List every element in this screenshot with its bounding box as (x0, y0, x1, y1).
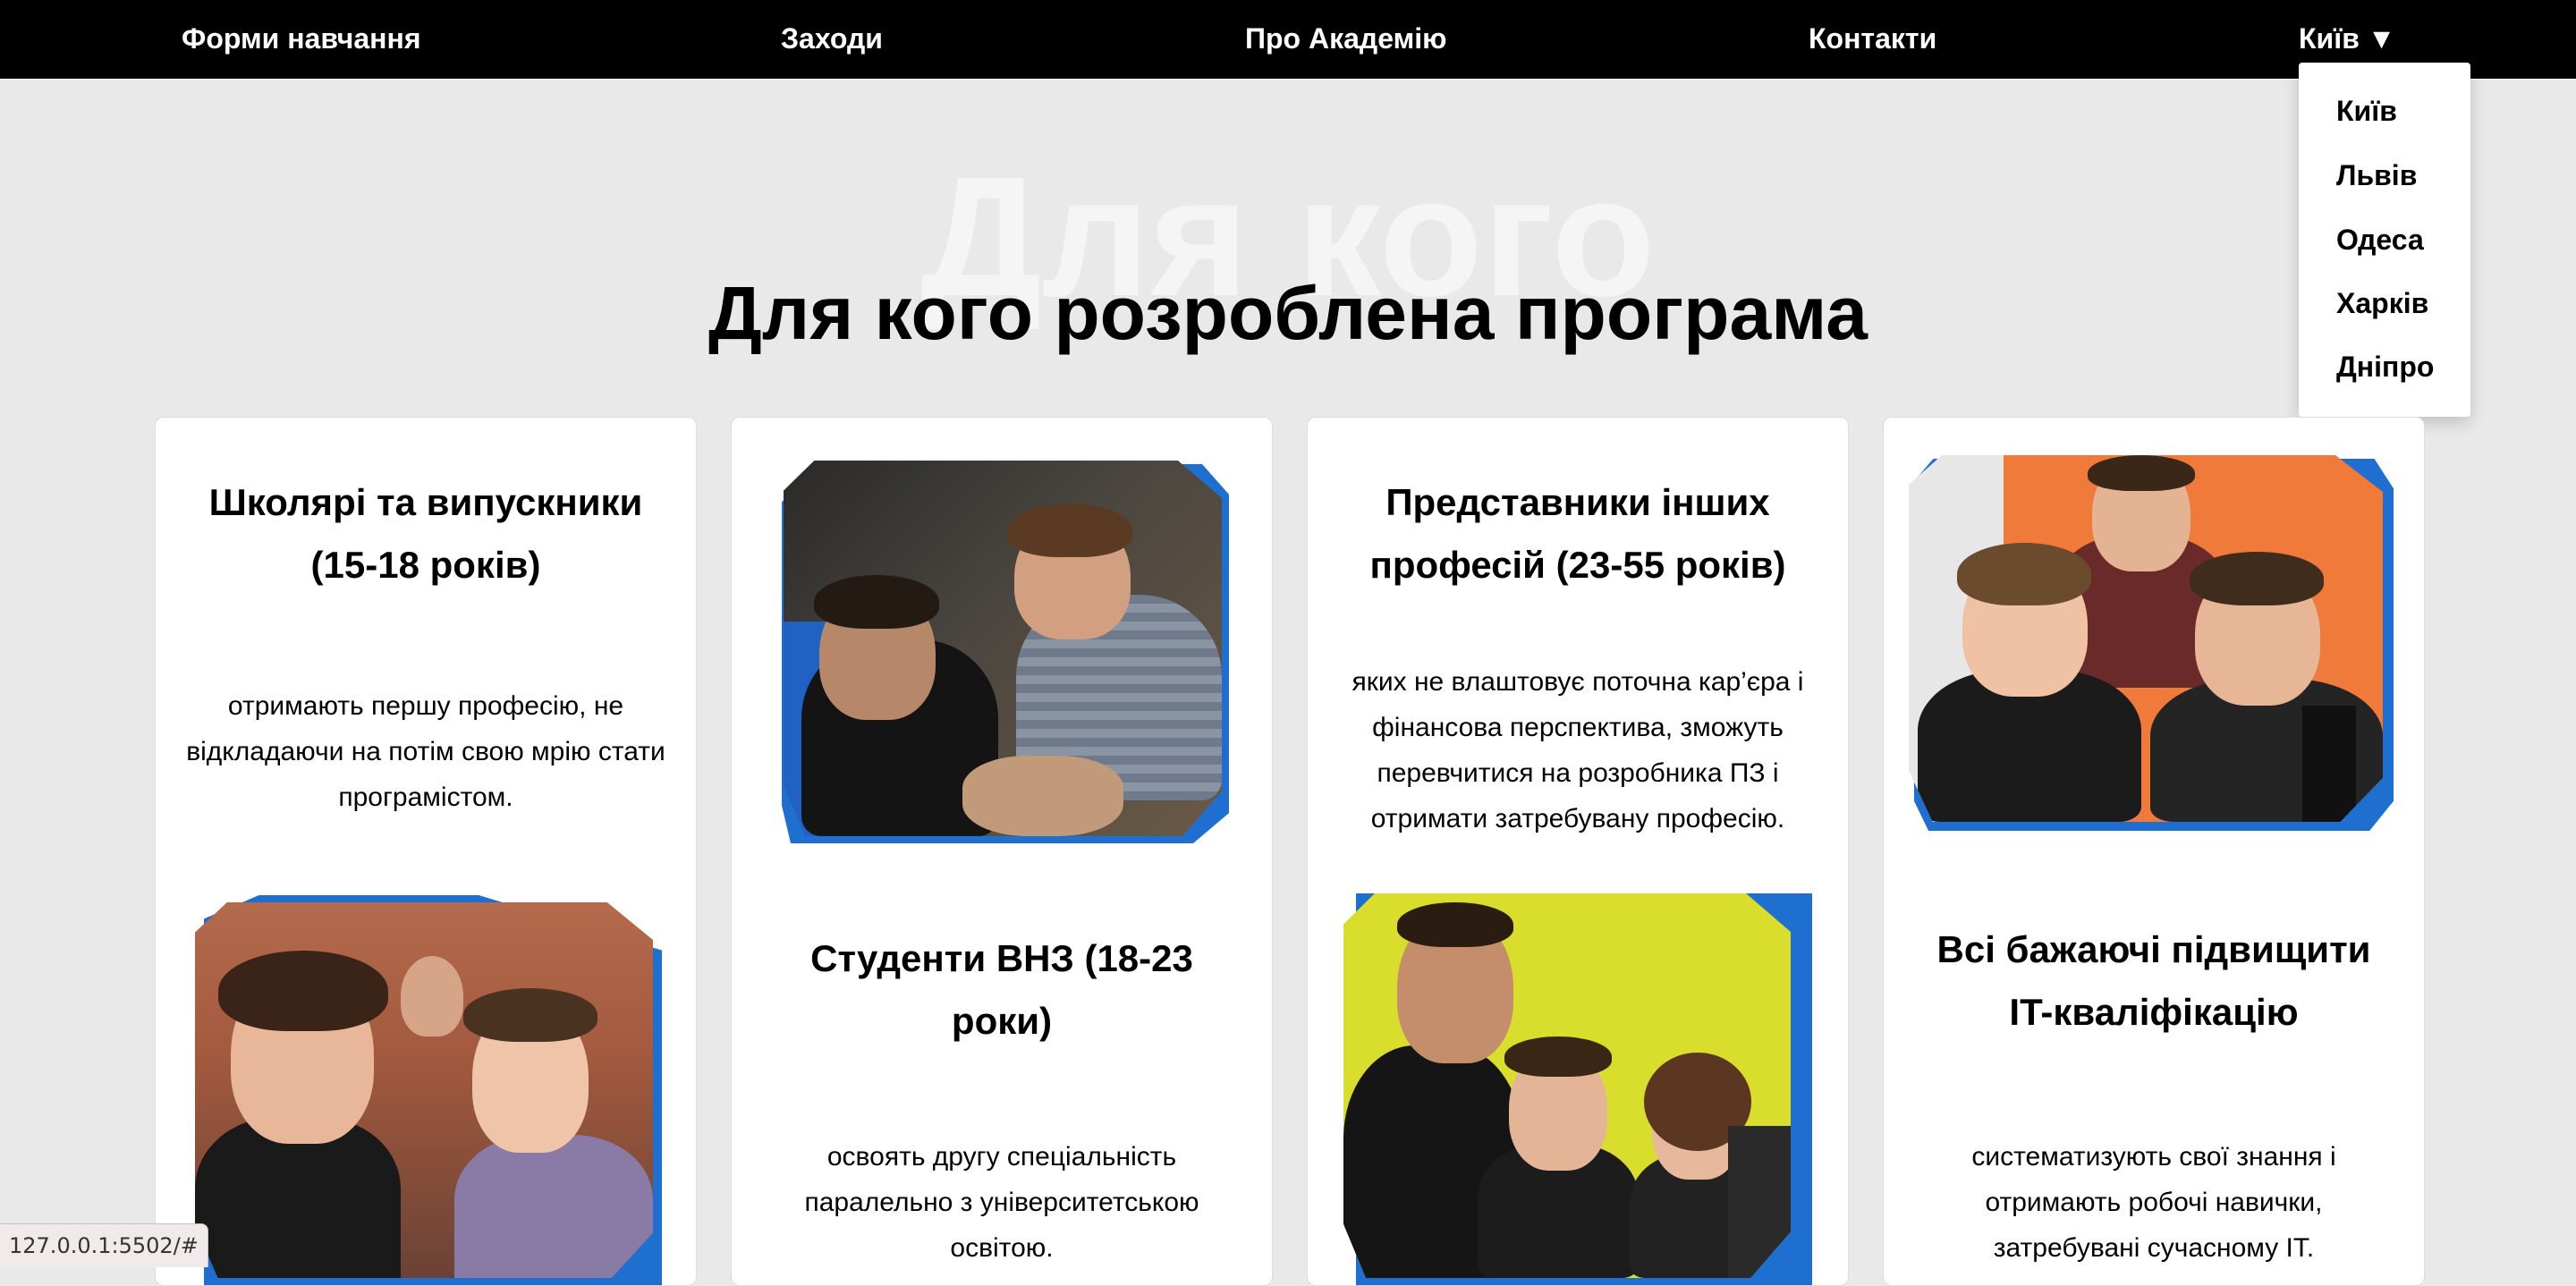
it-learners-photo (1909, 455, 2394, 831)
professionals-photo (1343, 893, 1812, 1285)
audience-card: Всі бажаючі підвищити IT-кваліфікацію си… (1883, 417, 2425, 1286)
nav-events[interactable]: Заходи (781, 0, 883, 79)
card-heading: Представники інших професій (23-55 років… (1369, 481, 1786, 586)
audience-card: Представники інших професій (23-55 років… (1307, 417, 1849, 1286)
nav-forms-of-study[interactable]: Форми навчання (182, 0, 421, 79)
status-bar-url: 127.0.0.1:5502/# (0, 1223, 208, 1267)
nav-contacts[interactable]: Контакти (1809, 0, 1936, 79)
audience-card: Школярі та випускники (15-18 років) отри… (155, 417, 697, 1286)
card-text: отримають першу професію, не відкладаючи… (186, 691, 665, 812)
section-title: Для кого розроблена програма (708, 271, 1868, 355)
school-students-photo (195, 895, 662, 1285)
card-text: систематизують свої знання і отримають р… (1971, 1142, 2336, 1263)
card-heading: Студенти ВНЗ (18-23 роки) (810, 937, 1193, 1042)
audience-card: Студенти ВНЗ (18-23 роки) освоять другу … (731, 417, 1273, 1286)
city-option-kyiv[interactable]: Київ (2336, 95, 2397, 128)
university-students-photo (782, 461, 1229, 843)
card-heading: Школярі та випускники (15-18 років) (208, 481, 643, 586)
top-navigation: Форми навчання Заходи Про Академію Конта… (0, 0, 2576, 80)
card-text: освоять другу спеціальність паралельно з… (804, 1142, 1199, 1263)
card-text: яких не влаштовує поточна кар’єра і фіна… (1352, 667, 1804, 833)
nav-about-academy[interactable]: Про Академію (1245, 0, 1446, 79)
city-option-dnipro[interactable]: Дніпро (2336, 351, 2434, 384)
card-heading: Всі бажаючі підвищити IT-кваліфікацію (1936, 928, 2371, 1033)
